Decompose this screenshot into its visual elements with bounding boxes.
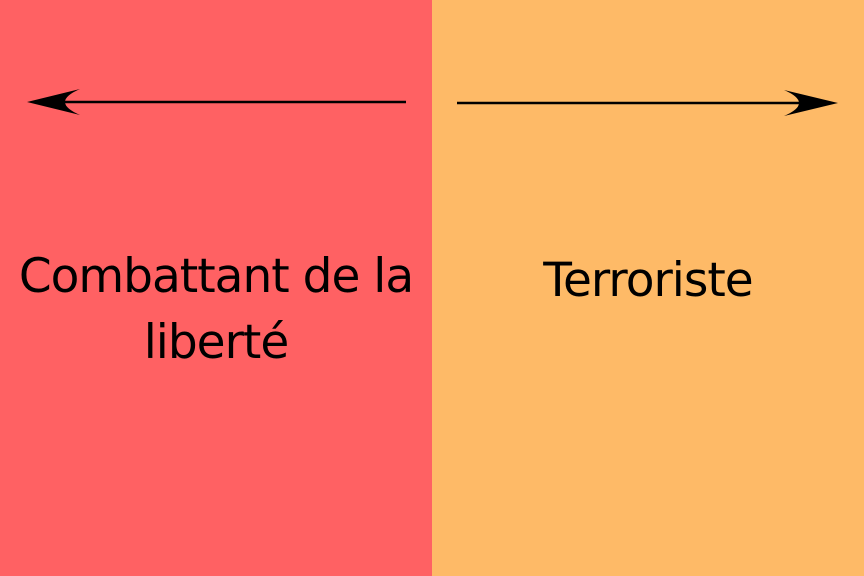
diagram-canvas: Combattant de la liberté Terroriste (0, 0, 864, 576)
right-arrow-icon (457, 90, 838, 116)
left-arrow-icon (27, 89, 406, 115)
terrorist-label: Terroriste (543, 253, 753, 308)
freedom-fighter-label: Combattant de la liberté (18, 249, 414, 370)
